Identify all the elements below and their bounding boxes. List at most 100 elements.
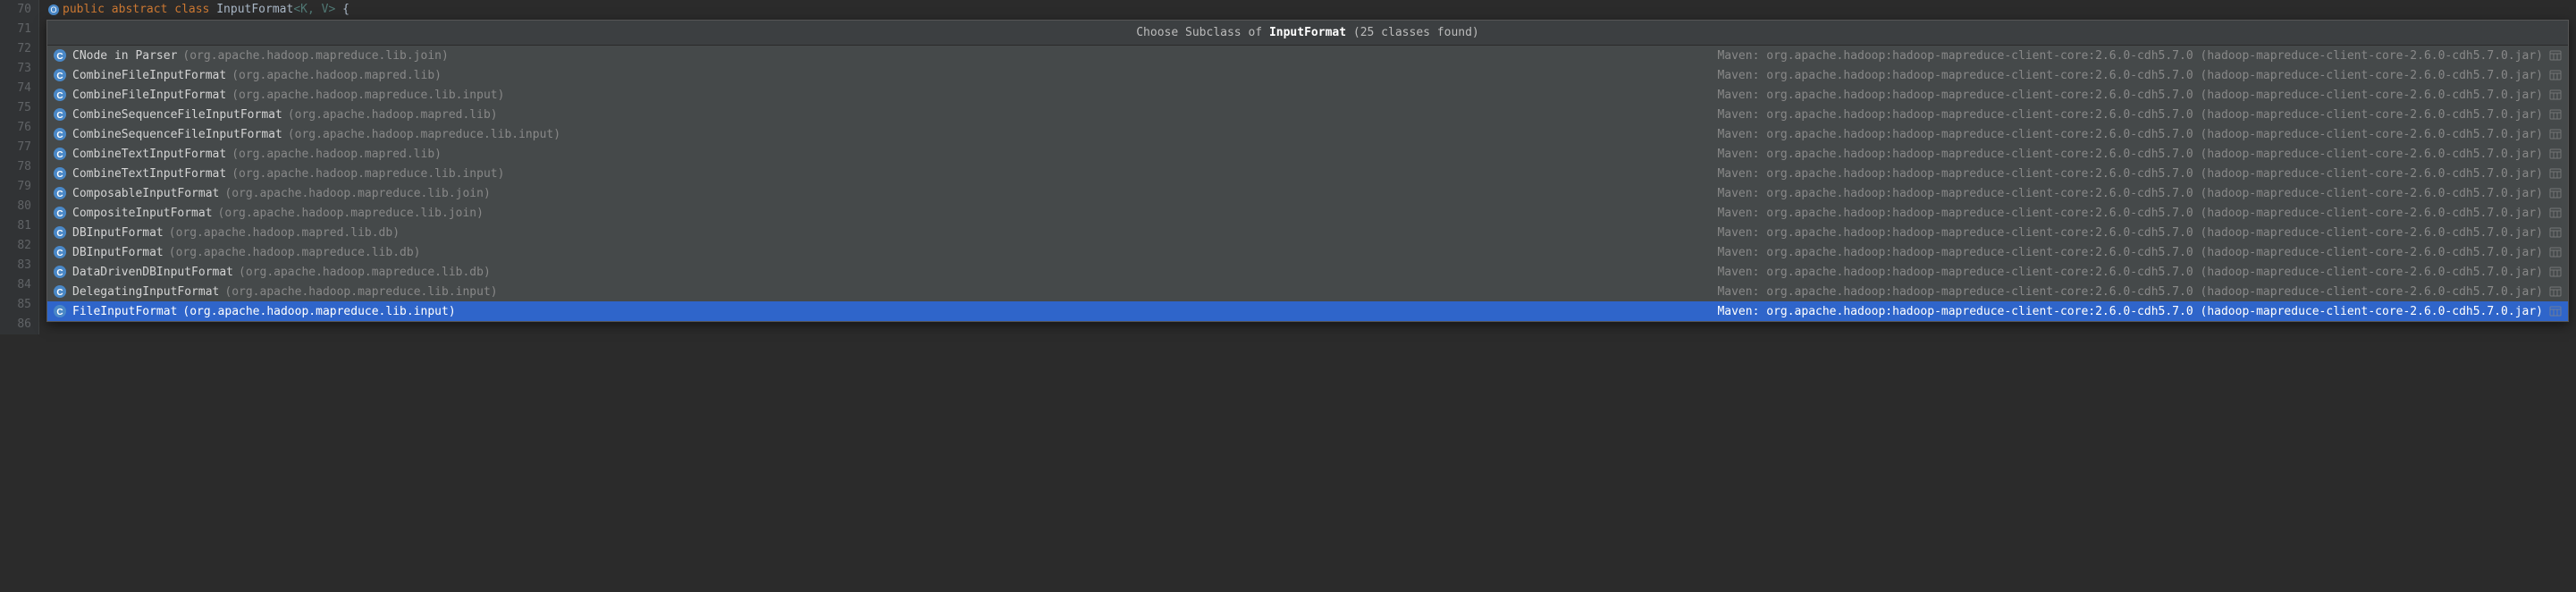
list-item[interactable]: CCombineTextInputFormat (org.apache.hado… xyxy=(47,144,2568,164)
svg-text:C: C xyxy=(56,288,63,298)
library-icon xyxy=(2548,304,2563,318)
class-name-text: DBInputFormat xyxy=(72,246,164,259)
line-number: 73 xyxy=(0,59,31,79)
maven-source: Maven: org.apache.hadoop:hadoop-mapreduc… xyxy=(1717,285,2543,299)
svg-text:C: C xyxy=(56,249,63,258)
library-icon xyxy=(2548,107,2563,122)
list-item[interactable]: CDelegatingInputFormat (org.apache.hadoo… xyxy=(47,282,2568,301)
library-icon xyxy=(2548,206,2563,220)
class-name-text: CombineFileInputFormat xyxy=(72,89,226,102)
list-item[interactable]: C CombineFileInputFormat (org.apache.hado… xyxy=(47,85,2568,105)
svg-text:C: C xyxy=(56,308,63,317)
class-name: InputFormat xyxy=(216,3,293,16)
package-text: (org.apache.hadoop.mapreduce.lib.db) xyxy=(239,266,491,279)
line-number: 81 xyxy=(0,216,31,236)
maven-source: Maven: org.apache.hadoop:hadoop-mapreduc… xyxy=(1717,266,2543,279)
svg-text:C: C xyxy=(56,111,63,121)
maven-source: Maven: org.apache.hadoop:hadoop-mapreduc… xyxy=(1717,226,2543,240)
class-name-text: CompositeInputFormat xyxy=(72,207,213,220)
library-icon xyxy=(2548,88,2563,102)
class-name-text: CombineSequenceFileInputFormat xyxy=(72,128,282,141)
list-item[interactable]: C DataDrivenDBInputFormat (org.apache.had… xyxy=(47,262,2568,282)
class-name-text: CombineSequenceFileInputFormat xyxy=(72,108,282,122)
class-name-text: CombineTextInputFormat xyxy=(72,167,226,181)
class-icon: C xyxy=(53,225,67,240)
gutter: 7071727374757677787980818283848586 xyxy=(0,0,39,334)
line-number: 72 xyxy=(0,39,31,59)
line-number: 76 xyxy=(0,118,31,138)
line-number: 85 xyxy=(0,295,31,315)
class-icon: C xyxy=(53,127,67,141)
svg-text:C: C xyxy=(56,190,63,199)
list-item[interactable]: CDBInputFormat (org.apache.hadoop.mapred… xyxy=(47,223,2568,242)
library-icon xyxy=(2548,48,2563,63)
maven-source: Maven: org.apache.hadoop:hadoop-mapreduc… xyxy=(1717,69,2543,82)
maven-source: Maven: org.apache.hadoop:hadoop-mapreduc… xyxy=(1717,246,2543,259)
list-item[interactable]: CCombineFileInputFormat (org.apache.hado… xyxy=(47,65,2568,85)
list-item[interactable]: C CombineSequenceFileInputFormat (org.apa… xyxy=(47,124,2568,144)
svg-text:C: C xyxy=(56,209,63,219)
svg-text:C: C xyxy=(56,150,63,160)
line-number: 80 xyxy=(0,197,31,216)
keyword-public: public xyxy=(63,3,105,16)
list-item[interactable]: CFileInputFormat (org.apache.hadoop.mapr… xyxy=(47,301,2568,321)
list-item[interactable]: CComposableInputFormat (org.apache.hadoo… xyxy=(47,183,2568,203)
svg-text:C: C xyxy=(56,170,63,180)
package-text: (org.apache.hadoop.mapreduce.lib.join) xyxy=(218,207,484,220)
svg-text:C: C xyxy=(56,91,63,101)
class-icon: C xyxy=(53,206,67,220)
line-number: 71 xyxy=(0,20,31,39)
line-number: 82 xyxy=(0,236,31,256)
package-text: (org.apache.hadoop.mapreduce.lib.join) xyxy=(182,49,448,63)
library-icon xyxy=(2548,127,2563,141)
line-number: 84 xyxy=(0,275,31,295)
svg-text:C: C xyxy=(56,131,63,140)
brace: { xyxy=(335,3,349,16)
popup-title: Choose Subclass of InputFormat (25 class… xyxy=(47,21,2568,46)
library-icon xyxy=(2548,68,2563,82)
svg-text:C: C xyxy=(56,52,63,62)
svg-text:C: C xyxy=(56,229,63,239)
package-text: (org.apache.hadoop.mapreduce.lib.input) xyxy=(232,167,504,181)
library-icon xyxy=(2548,245,2563,259)
package-text: (org.apache.hadoop.mapreduce.lib.input) xyxy=(232,89,504,102)
svg-text:O: O xyxy=(50,5,56,14)
list-item[interactable]: CCombineSequenceFileInputFormat (org.apa… xyxy=(47,105,2568,124)
maven-source: Maven: org.apache.hadoop:hadoop-mapreduc… xyxy=(1717,49,2543,63)
line-number: 86 xyxy=(0,315,31,334)
svg-text:C: C xyxy=(56,72,63,81)
library-icon xyxy=(2548,284,2563,299)
class-icon: C xyxy=(53,304,67,318)
package-text: (org.apache.hadoop.mapreduce.lib.input) xyxy=(182,305,455,318)
package-text: (org.apache.hadoop.mapreduce.lib.input) xyxy=(288,128,560,141)
list-item[interactable]: C DBInputFormat (org.apache.hadoop.mapred… xyxy=(47,242,2568,262)
list-item[interactable]: CCNode in Parser (org.apache.hadoop.mapr… xyxy=(47,46,2568,65)
package-text: (org.apache.hadoop.mapred.lib) xyxy=(232,148,442,161)
line-number: 75 xyxy=(0,98,31,118)
code-area[interactable]: Opublic abstract class InputFormat<K, V>… xyxy=(39,0,2576,334)
class-icon: C xyxy=(53,284,67,299)
generics: <K, V> xyxy=(293,3,335,16)
class-name-text: ComposableInputFormat xyxy=(72,187,219,200)
list-item[interactable]: C CombineTextInputFormat (org.apache.hado… xyxy=(47,164,2568,183)
class-icon: C xyxy=(53,166,67,181)
class-icon: C xyxy=(53,107,67,122)
code-line[interactable]: Opublic abstract class InputFormat<K, V>… xyxy=(39,0,2576,20)
maven-source: Maven: org.apache.hadoop:hadoop-mapreduc… xyxy=(1717,128,2543,141)
editor-area: 7071727374757677787980818283848586 Opubl… xyxy=(0,0,2576,334)
class-icon: C xyxy=(53,265,67,279)
class-icon: C xyxy=(53,68,67,82)
package-text: (org.apache.hadoop.mapreduce.lib.db) xyxy=(169,246,421,259)
override-icon[interactable]: O xyxy=(46,3,61,17)
subclass-list[interactable]: CCNode in Parser (org.apache.hadoop.mapr… xyxy=(47,46,2568,321)
package-text: (org.apache.hadoop.mapreduce.lib.input) xyxy=(224,285,497,299)
class-icon: C xyxy=(53,186,67,200)
class-name-text: DBInputFormat xyxy=(72,226,164,240)
maven-source: Maven: org.apache.hadoop:hadoop-mapreduc… xyxy=(1717,305,2543,318)
maven-source: Maven: org.apache.hadoop:hadoop-mapreduc… xyxy=(1717,108,2543,122)
subclass-popup: Choose Subclass of InputFormat (25 class… xyxy=(46,20,2569,322)
library-icon xyxy=(2548,147,2563,161)
list-item[interactable]: C CompositeInputFormat (org.apache.hadoop… xyxy=(47,203,2568,223)
class-icon: C xyxy=(53,48,67,63)
class-name-text: DataDrivenDBInputFormat xyxy=(72,266,233,279)
